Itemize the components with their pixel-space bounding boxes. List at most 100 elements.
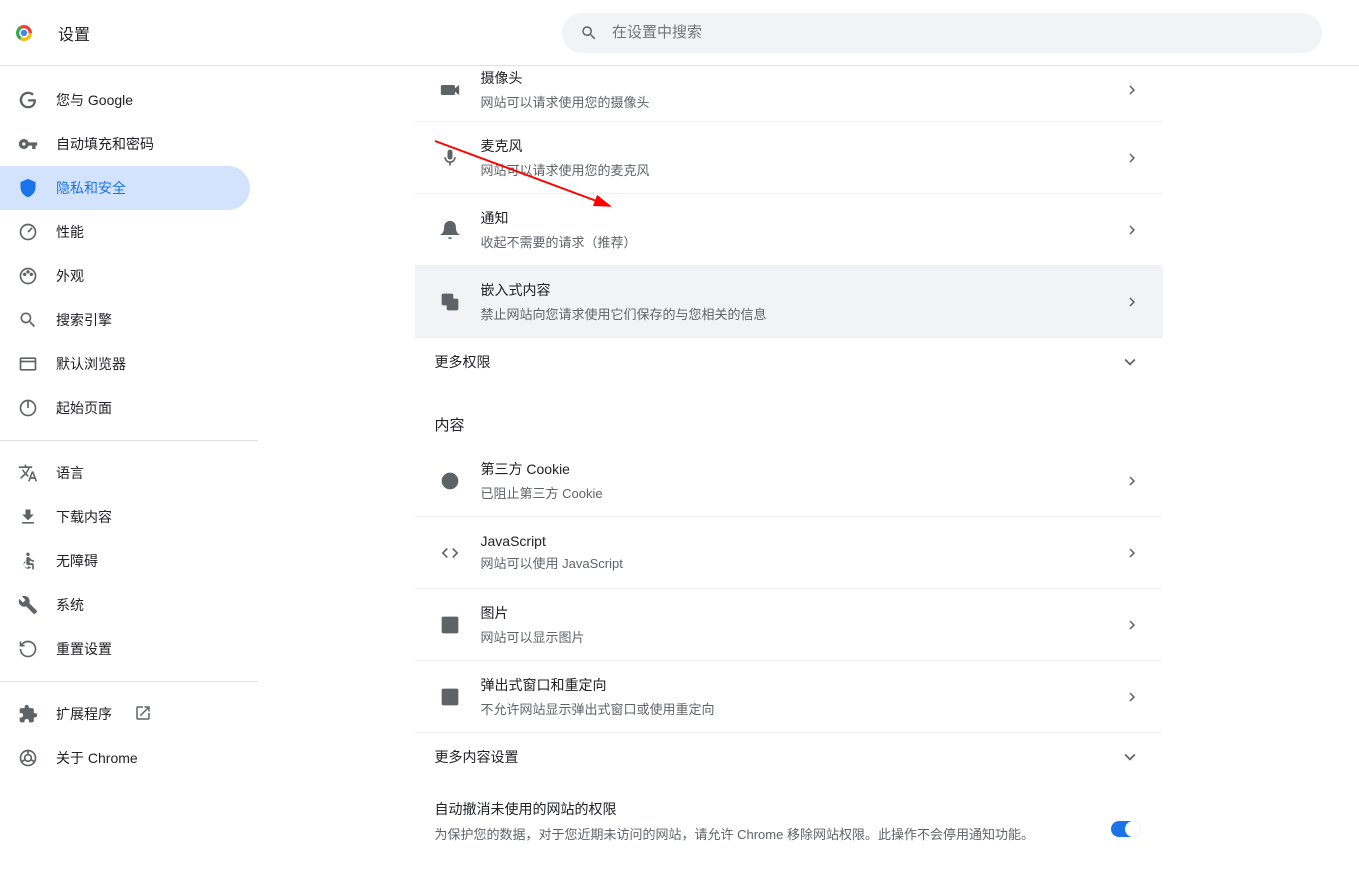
- accessibility-icon: [18, 551, 38, 571]
- chevron-right-icon: [1123, 293, 1141, 311]
- microphone-icon: [440, 148, 460, 168]
- divider: [0, 440, 258, 441]
- sidebar-label: 默认浏览器: [56, 354, 126, 374]
- sidebar-item-language[interactable]: 语言: [0, 451, 250, 495]
- setting-desc: 网站可以显示图片: [481, 627, 1123, 646]
- setting-row-cookies[interactable]: 第三方 Cookie 已阻止第三方 Cookie: [415, 445, 1163, 517]
- auto-revoke-row: 自动撤消未使用的网站的权限 为保护您的数据，对于您近期未访问的网站，请允许 Ch…: [415, 781, 1163, 864]
- setting-row-microphone[interactable]: 麦克风 网站可以请求使用您的麦克风: [415, 122, 1163, 194]
- setting-desc: 不允许网站显示弹出式窗口或使用重定向: [481, 699, 1123, 718]
- setting-title: 图片: [481, 603, 1123, 623]
- sidebar-label: 关于 Chrome: [56, 748, 138, 768]
- image-icon: [440, 615, 460, 635]
- sidebar-item-extensions[interactable]: 扩展程序: [0, 692, 250, 736]
- page-title: 设置: [58, 21, 90, 45]
- cookie-icon: [440, 471, 460, 491]
- chrome-icon: [18, 748, 38, 768]
- key-icon: [18, 134, 38, 154]
- chevron-down-icon: [1119, 351, 1141, 373]
- sidebar-item-downloads[interactable]: 下载内容: [0, 495, 250, 539]
- open-external-icon: [134, 704, 152, 725]
- divider: [0, 681, 258, 682]
- sidebar-label: 语言: [56, 463, 84, 483]
- search-icon: [18, 310, 38, 330]
- auto-revoke-title: 自动撤消未使用的网站的权限: [435, 799, 1111, 819]
- download-icon: [18, 507, 38, 527]
- sidebar-item-autofill[interactable]: 自动填充和密码: [0, 122, 250, 166]
- setting-row-images[interactable]: 图片 网站可以显示图片: [415, 589, 1163, 661]
- search-icon: [580, 24, 598, 42]
- more-permissions-row[interactable]: 更多权限: [415, 338, 1163, 386]
- more-permissions-label: 更多权限: [435, 352, 1119, 372]
- sidebar-label: 重置设置: [56, 639, 112, 659]
- chevron-right-icon: [1123, 81, 1141, 99]
- sidebar-item-system[interactable]: 系统: [0, 583, 250, 627]
- sidebar-label: 自动填充和密码: [56, 134, 154, 154]
- setting-desc: 禁止网站向您请求使用它们保存的与您相关的信息: [481, 304, 1123, 323]
- setting-row-popups[interactable]: 弹出式窗口和重定向 不允许网站显示弹出式窗口或使用重定向: [415, 661, 1163, 733]
- main-content: 摄像头 网站可以请求使用您的摄像头 麦克风 网站可以请求使用您的麦克风 通知: [258, 66, 1359, 889]
- setting-row-notifications[interactable]: 通知 收起不需要的请求（推荐）: [415, 194, 1163, 266]
- power-icon: [18, 398, 38, 418]
- setting-row-embedded[interactable]: 嵌入式内容 禁止网站向您请求使用它们保存的与您相关的信息: [415, 266, 1163, 338]
- setting-title: 第三方 Cookie: [481, 459, 1123, 479]
- sidebar-item-performance[interactable]: 性能: [0, 210, 250, 254]
- extension-icon: [18, 704, 38, 724]
- chevron-right-icon: [1123, 688, 1141, 706]
- setting-row-camera[interactable]: 摄像头 网站可以请求使用您的摄像头: [415, 66, 1163, 122]
- sidebar-label: 外观: [56, 266, 84, 286]
- sidebar-item-you-and-google[interactable]: 您与 Google: [0, 78, 250, 122]
- google-icon: [18, 90, 38, 110]
- setting-title: 弹出式窗口和重定向: [481, 675, 1123, 695]
- setting-title: 麦克风: [481, 136, 1123, 156]
- browser-icon: [18, 354, 38, 374]
- setting-title: 通知: [481, 208, 1123, 228]
- code-icon: [440, 543, 460, 563]
- sidebar-item-about[interactable]: 关于 Chrome: [0, 736, 250, 780]
- speedometer-icon: [18, 222, 38, 242]
- sidebar-label: 搜索引擎: [56, 310, 112, 330]
- sidebar-item-startup[interactable]: 起始页面: [0, 386, 250, 430]
- sidebar-item-default-browser[interactable]: 默认浏览器: [0, 342, 250, 386]
- search-input[interactable]: [612, 24, 1304, 41]
- sidebar-label: 您与 Google: [56, 90, 133, 110]
- setting-desc: 网站可以使用 JavaScript: [481, 553, 1123, 572]
- shield-icon: [18, 178, 38, 198]
- setting-desc: 已阻止第三方 Cookie: [481, 483, 1123, 502]
- setting-title: JavaScript: [481, 533, 1123, 549]
- auto-revoke-desc: 为保护您的数据，对于您近期未访问的网站，请允许 Chrome 移除网站权限。此操…: [435, 825, 1111, 846]
- app-header: 设置: [0, 0, 1359, 66]
- search-box[interactable]: [562, 13, 1322, 53]
- chevron-right-icon: [1123, 149, 1141, 167]
- setting-title: 嵌入式内容: [481, 280, 1123, 300]
- reset-icon: [18, 639, 38, 659]
- sidebar-label: 系统: [56, 595, 84, 615]
- chevron-down-icon: [1119, 746, 1141, 768]
- setting-desc: 网站可以请求使用您的摄像头: [481, 92, 1123, 111]
- sidebar-item-privacy[interactable]: 隐私和安全: [0, 166, 250, 210]
- setting-row-javascript[interactable]: JavaScript 网站可以使用 JavaScript: [415, 517, 1163, 589]
- sidebar-label: 性能: [56, 222, 84, 242]
- sidebar-item-appearance[interactable]: 外观: [0, 254, 250, 298]
- sidebar-item-accessibility[interactable]: 无障碍: [0, 539, 250, 583]
- setting-title: 摄像头: [481, 68, 1123, 88]
- wrench-icon: [18, 595, 38, 615]
- chevron-right-icon: [1123, 616, 1141, 634]
- popup-icon: [440, 687, 460, 707]
- embed-icon: [440, 292, 460, 312]
- sidebar-label: 起始页面: [56, 398, 112, 418]
- more-content-row[interactable]: 更多内容设置: [415, 733, 1163, 781]
- more-content-label: 更多内容设置: [435, 747, 1119, 767]
- palette-icon: [18, 266, 38, 286]
- sidebar-label: 扩展程序: [56, 704, 112, 724]
- chevron-right-icon: [1123, 472, 1141, 490]
- sidebar-label: 下载内容: [56, 507, 112, 527]
- chevron-right-icon: [1123, 221, 1141, 239]
- sidebar: 您与 Google 自动填充和密码 隐私和安全 性能 外观 搜索引擎 默认浏览器: [0, 66, 258, 889]
- chrome-logo-icon: [12, 21, 36, 45]
- auto-revoke-toggle[interactable]: [1111, 821, 1141, 837]
- sidebar-item-reset[interactable]: 重置设置: [0, 627, 250, 671]
- setting-desc: 收起不需要的请求（推荐）: [481, 232, 1123, 251]
- sidebar-label: 隐私和安全: [56, 178, 126, 198]
- sidebar-item-search[interactable]: 搜索引擎: [0, 298, 250, 342]
